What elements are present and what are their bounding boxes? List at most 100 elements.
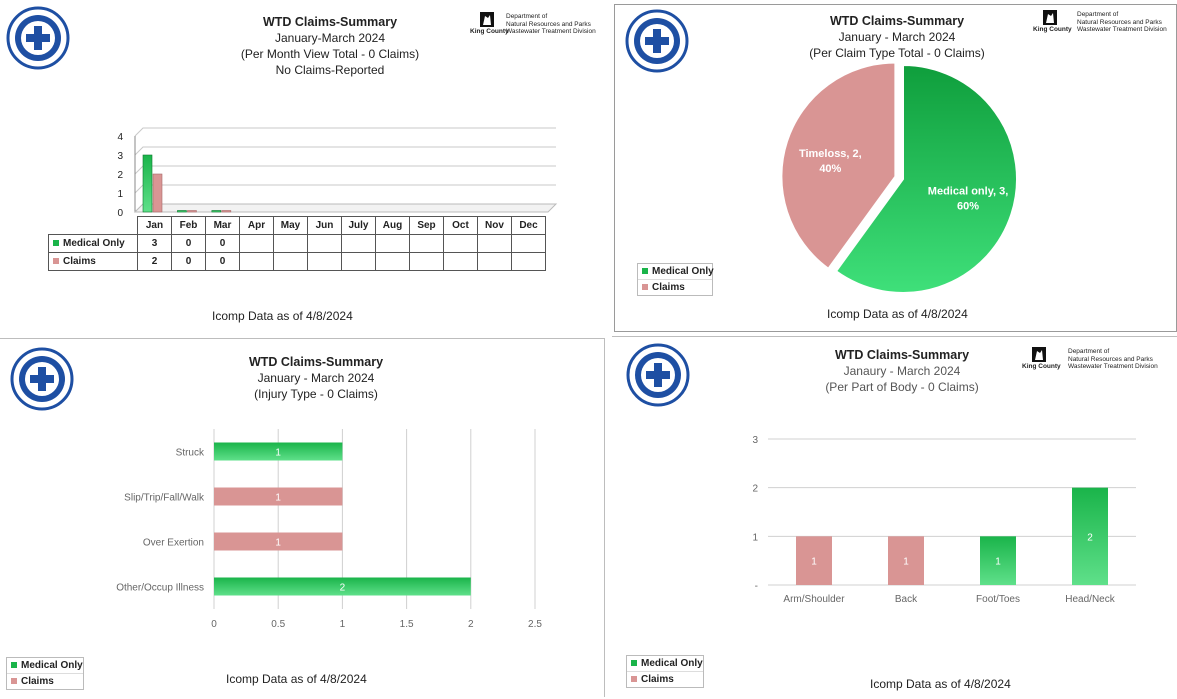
y-tick-label: -: [755, 581, 758, 592]
bar-claims: [187, 210, 197, 213]
body-legend: Medical Only Claims: [626, 655, 704, 688]
safety-badge-icon: [6, 6, 70, 70]
table-cell: [273, 234, 308, 253]
kc-dept-line2: Natural Resources and Parks: [1077, 18, 1162, 26]
table-row-claims: Claims 200: [48, 252, 546, 271]
chart-subtitle-2: (Per Month View Total - 0 Claims): [240, 47, 420, 61]
table-header-cell: Jun: [307, 216, 342, 235]
kc-dept-line1: Department of: [1068, 348, 1110, 355]
chart-title: WTD Claims-Summary: [248, 355, 384, 369]
bar-data-label: 1: [275, 448, 281, 459]
legend-item-medical: Medical Only: [7, 658, 83, 674]
type-footer: Icomp Data as of 4/8/2024: [827, 307, 968, 321]
legend-item-medical: Medical Only: [638, 264, 714, 280]
month-data-table: Jan Feb Mar Apr May Jun July Aug Sep Oct Nov Dec Me…: [48, 216, 546, 271]
table-cell: [375, 234, 410, 253]
claim-type-panel: WTD Claims-Summary January - March 2024 …: [614, 4, 1177, 332]
kc-division: Wastewater Treatment Division: [1077, 26, 1167, 33]
y-tick-label: 2: [752, 484, 758, 495]
x-tick-label: 1.5: [400, 619, 414, 630]
legend-item-medical: Medical Only: [627, 656, 703, 672]
table-cell: [239, 234, 274, 253]
king-county-logo-icon: [480, 12, 494, 27]
bar-data-label: 1: [275, 493, 281, 504]
x-category-label: Foot/Toes: [976, 594, 1020, 605]
legend-swatch-medical: [53, 240, 59, 247]
gridline: [134, 165, 556, 175]
table-cell: 3: [137, 234, 172, 253]
safety-badge-icon: [625, 9, 689, 73]
x-tick-label: 0: [211, 619, 217, 630]
injury-legend: Medical Only Claims: [6, 657, 84, 690]
kc-county-name: King County: [470, 28, 509, 35]
table-cell: 0: [171, 252, 206, 271]
legend-swatch-claims: [53, 258, 59, 265]
gridline: [134, 184, 556, 194]
injury-footer: Icomp Data as of 4/8/2024: [226, 672, 367, 686]
king-county-logo-icon: [1032, 347, 1046, 362]
chart-title: WTD Claims-Summary: [829, 14, 965, 28]
legend-swatch-medical: [11, 662, 17, 668]
body-footer: Icomp Data as of 4/8/2024: [870, 677, 1011, 691]
x-category-label: Head/Neck: [1065, 594, 1115, 605]
injury-chart-title-block: WTD Claims-Summary January - March 2024 …: [176, 354, 456, 402]
pie-data-percent: 40%: [819, 163, 841, 175]
x-tick-label: 2.5: [528, 619, 542, 630]
kc-dept-line1: Department of: [506, 13, 548, 20]
bar-medical: [211, 210, 222, 213]
table-header-cell: July: [341, 216, 376, 235]
king-county-header: Department of Natural Resources and Park…: [470, 12, 600, 42]
x-tick-label: 1: [340, 619, 346, 630]
chart-subtitle: January-March 2024: [274, 31, 386, 45]
body-chart-title-block: WTD Claims-Summary Janaury - March 2024 …: [762, 347, 1042, 395]
table-cell: [239, 252, 274, 271]
legend-item-claims: Claims: [638, 280, 712, 295]
y-category-label: Slip/Trip/Fall/Walk: [124, 493, 205, 504]
legend-swatch-claims: [11, 678, 17, 684]
table-cell: [307, 234, 342, 253]
table-cell: [409, 252, 444, 271]
kc-division: Wastewater Treatment Division: [506, 28, 596, 35]
king-county-header: Department of Natural Resources and Park…: [1033, 10, 1175, 40]
table-cell: [341, 252, 376, 271]
type-chart-title-block: WTD Claims-Summary January - March 2024 …: [757, 13, 1037, 61]
x-tick-label: 2: [468, 619, 474, 630]
y-tick-label: 2: [117, 170, 123, 181]
legend-swatch-medical: [642, 268, 648, 274]
table-header-cell: Nov: [477, 216, 512, 235]
safety-badge-icon: [10, 347, 74, 411]
king-county-header: Department of Natural Resources and Park…: [1022, 347, 1176, 377]
y-tick-label: 3: [117, 151, 123, 162]
kc-county-name: King County: [1022, 363, 1061, 370]
y-tick-label: 3: [752, 435, 758, 446]
bar-data-label: 1: [903, 557, 909, 568]
table-cell: [273, 252, 308, 271]
table-header-cell: May: [273, 216, 308, 235]
y-category-label: Struck: [176, 448, 205, 459]
injury-bar-chart: 0 0.5 1 1.5 2 2.5 1 Struck 1 Slip/Trip/Fall/Walk 1…: [116, 429, 542, 630]
month-bar-chart: 43210: [117, 127, 558, 219]
x-category-label: Arm/Shoulder: [783, 594, 845, 605]
table-header-cell: Dec: [511, 216, 546, 235]
kc-dept-line2: Natural Resources and Parks: [506, 20, 591, 28]
table-cell: 0: [205, 234, 240, 253]
table-header-cell: Oct: [443, 216, 478, 235]
legend-swatch-claims: [631, 676, 637, 682]
x-category-label: Back: [895, 594, 918, 605]
table-cell: [511, 234, 546, 253]
chart-title: WTD Claims-Summary: [834, 348, 970, 362]
table-cell: [341, 234, 376, 253]
table-cell: [375, 252, 410, 271]
bar-data-label: 2: [1087, 532, 1093, 543]
bar-claims: [221, 210, 232, 213]
table-cell: [511, 252, 546, 271]
table-cell: [409, 234, 444, 253]
y-tick-label: 1: [117, 189, 123, 200]
chart-floor: [133, 203, 558, 213]
month-chart-title-block: WTD Claims-Summary January-March 2024 (P…: [190, 14, 470, 78]
king-county-logo-icon: [1043, 10, 1057, 25]
gridline: [134, 127, 556, 137]
gridline: [134, 146, 556, 156]
legend-swatch-claims: [642, 284, 648, 290]
y-tick-label: 1: [752, 532, 758, 543]
